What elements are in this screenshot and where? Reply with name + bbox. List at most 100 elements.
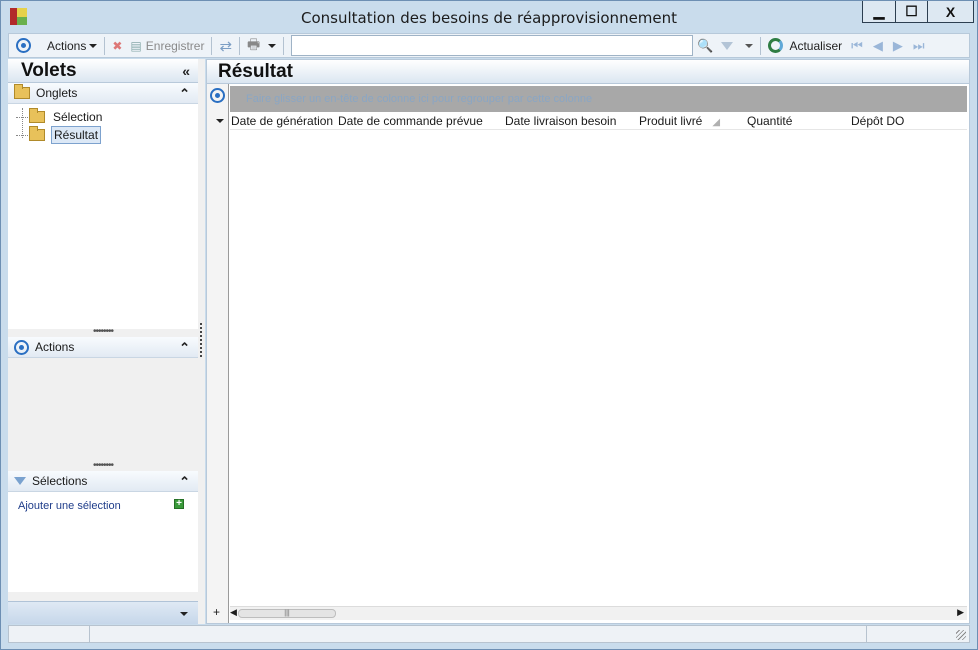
left-panel: Volets « Onglets ⌃ Sélection Résultat ••… xyxy=(8,59,198,624)
title-bar: Consultation des besoins de réapprovisio… xyxy=(1,1,977,32)
target-icon xyxy=(14,339,29,355)
close-icon: X xyxy=(945,3,956,20)
maximize-icon: ☐ xyxy=(905,3,918,19)
panel-header-resultat: Résultat xyxy=(207,60,969,84)
horizontal-splitter[interactable]: •••••••• xyxy=(8,327,198,337)
horizontal-scrollbar[interactable]: ◀ ||| ▶ xyxy=(230,606,967,620)
left-panel-footer[interactable] xyxy=(8,601,198,624)
panel-title: Résultat xyxy=(218,60,293,82)
delete-icon: ✖ xyxy=(112,38,123,53)
folder-icon xyxy=(14,84,30,99)
minimize-icon: ▁ xyxy=(873,3,885,19)
toolbar-separator xyxy=(283,36,285,55)
column-header[interactable]: Dépôt DO xyxy=(850,114,960,128)
window-controls: ▁ ☐ X xyxy=(862,1,974,23)
section-title: Actions xyxy=(35,340,75,354)
previous-icon[interactable]: ◀ xyxy=(868,38,888,54)
add-selection-link[interactable]: Ajouter une sélection xyxy=(18,500,121,512)
group-by-area[interactable]: Faire glisser un en-tête de colonne ici … xyxy=(230,86,967,112)
chevron-down-icon xyxy=(89,43,98,48)
section-header-selections[interactable]: Sélections ⌃ xyxy=(8,471,198,492)
close-button[interactable]: X xyxy=(927,1,973,22)
window-title: Consultation des besoins de réapprovisio… xyxy=(300,9,678,27)
sort-icon: ◢ xyxy=(712,116,721,128)
sync-icon: ⇄ xyxy=(219,37,233,55)
scroll-thumb[interactable]: ||| xyxy=(238,609,336,618)
save-icon: ▤ xyxy=(130,38,142,53)
search-button[interactable]: 🔍 xyxy=(693,35,717,57)
tree-item-label: Sélection xyxy=(53,110,103,124)
status-bar xyxy=(8,625,970,643)
actions-list xyxy=(8,358,198,463)
section-header-actions[interactable]: Actions ⌃ xyxy=(8,337,198,358)
delete-button[interactable]: ✖ xyxy=(108,35,126,57)
resize-grip-icon[interactable] xyxy=(956,630,966,640)
toolbar-separator xyxy=(239,36,241,55)
folder-icon xyxy=(29,108,45,123)
chevron-up-icon[interactable]: ⌃ xyxy=(179,340,190,356)
chevron-down-icon[interactable] xyxy=(216,119,224,123)
minimize-button[interactable]: ▁ xyxy=(863,1,895,22)
status-cell xyxy=(90,626,867,642)
maximize-button[interactable]: ☐ xyxy=(895,1,927,22)
toolbar-separator xyxy=(760,36,762,55)
refresh-button[interactable]: Actualiser xyxy=(764,35,846,57)
panel-header-volets: Volets « xyxy=(8,59,198,83)
filter-icon xyxy=(14,477,26,485)
filter-icon xyxy=(721,41,734,50)
save-button[interactable]: ▤ Enregistrer xyxy=(126,35,208,57)
toolbar-separator xyxy=(104,36,106,55)
target-icon[interactable] xyxy=(210,88,225,103)
section-title: Onglets xyxy=(36,86,78,100)
target-icon xyxy=(16,38,31,53)
horizontal-splitter[interactable]: •••••••• xyxy=(8,461,198,471)
column-header[interactable]: Date livraison besoin xyxy=(504,114,638,128)
chevron-up-icon[interactable]: ⌃ xyxy=(179,86,190,102)
app-window: Consultation des besoins de réapprovisio… xyxy=(0,0,978,650)
splitter-grip xyxy=(200,323,202,357)
chevron-down-icon xyxy=(180,612,188,616)
refresh-icon xyxy=(768,38,784,53)
open-folder-icon xyxy=(29,126,45,141)
print-button[interactable]: 🖶 xyxy=(243,35,280,57)
add-row-icon[interactable]: + xyxy=(213,605,220,619)
chevron-down-icon xyxy=(745,43,754,48)
actions-menu-button[interactable]: Actions xyxy=(43,35,101,57)
selections-list: Ajouter une sélection + xyxy=(8,492,198,592)
toolbar-separator xyxy=(211,36,213,55)
print-icon: 🖶 xyxy=(247,35,261,52)
column-header[interactable]: Date de génération xyxy=(230,114,337,128)
actions-menu-label: Actions xyxy=(47,38,87,53)
scroll-right-icon[interactable]: ▶ xyxy=(957,607,964,618)
section-header-onglets[interactable]: Onglets ⌃ xyxy=(8,83,198,104)
column-header[interactable]: Date de commande prévue xyxy=(337,114,504,128)
scroll-left-icon[interactable]: ◀ xyxy=(230,607,237,618)
section-title: Sélections xyxy=(32,474,88,488)
tree-item-selection[interactable]: Sélection xyxy=(8,108,198,126)
chevron-up-icon[interactable]: ⌃ xyxy=(179,474,190,490)
panel-title: Volets xyxy=(21,59,77,81)
tree-item-resultat[interactable]: Résultat xyxy=(8,126,198,144)
filter-button[interactable] xyxy=(717,35,757,57)
vertical-splitter[interactable] xyxy=(198,59,205,624)
column-header-label: Produit livré xyxy=(639,113,703,128)
grid-header: Date de génération Date de commande prév… xyxy=(230,112,967,130)
sync-button[interactable]: ⇄ xyxy=(215,35,236,57)
save-label: Enregistrer xyxy=(145,38,205,53)
add-icon[interactable]: + xyxy=(174,499,184,509)
target-button[interactable] xyxy=(12,35,35,57)
column-header[interactable]: Quantité xyxy=(746,114,850,128)
result-grid: + Faire glisser un en-tête de colonne ic… xyxy=(207,84,969,623)
tabs-tree: Sélection Résultat xyxy=(8,104,198,329)
search-input[interactable] xyxy=(291,35,694,56)
refresh-label: Actualiser xyxy=(789,38,843,53)
last-icon[interactable]: ⏭ xyxy=(908,38,930,54)
next-icon[interactable]: ▶ xyxy=(888,38,908,54)
first-icon[interactable]: ⏮ xyxy=(846,38,868,54)
chevron-down-icon xyxy=(268,43,277,48)
collapse-panel-icon[interactable]: « xyxy=(182,63,190,79)
column-header-sorted[interactable]: Produit livré ◢ xyxy=(638,114,746,128)
grid-row-gutter: + xyxy=(207,84,229,623)
search-icon: 🔍 xyxy=(697,37,714,53)
toolbar: Actions ✖ ▤ Enregistrer ⇄ 🖶 🔍 Actualiser… xyxy=(8,33,970,58)
